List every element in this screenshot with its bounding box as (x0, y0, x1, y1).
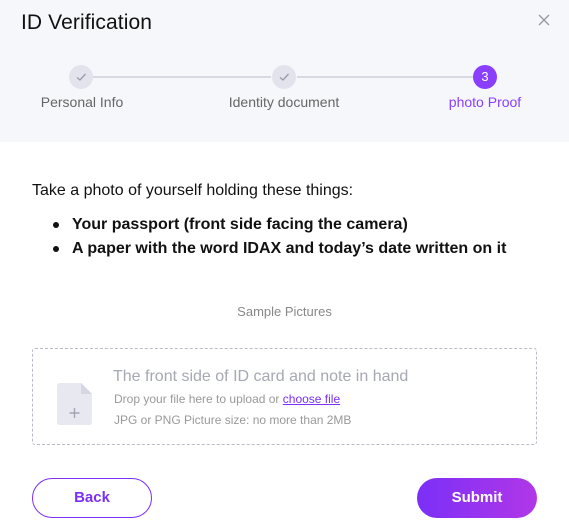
dialog-title: ID Verification (21, 11, 153, 34)
step-1-label: Personal Info (40, 94, 124, 110)
back-button[interactable]: Back (32, 478, 152, 518)
sample-pictures-label: Sample Pictures (237, 304, 332, 319)
check-icon (76, 73, 86, 81)
file-drop-zone[interactable]: The front side of ID card and note in ha… (32, 348, 537, 445)
file-add-icon (57, 383, 92, 425)
requirements-list: Your passport (front side facing the cam… (53, 213, 506, 261)
dialog-header: ID Verification Personal Info Identity d… (0, 0, 569, 142)
step-connector (297, 76, 473, 78)
step-3-label: photo Proof (448, 94, 522, 110)
upload-hint: Drop your file here to upload or choose … (114, 392, 340, 406)
close-icon[interactable] (536, 12, 552, 28)
upload-requirements: JPG or PNG Picture size: no more than 2M… (114, 413, 352, 427)
step-connector (93, 76, 271, 78)
instruction-text: Take a photo of yourself holding these t… (32, 182, 354, 199)
step-2-label: Identity document (228, 94, 340, 110)
step-1-indicator (69, 65, 93, 89)
choose-file-link[interactable]: choose file (283, 392, 340, 406)
upload-hint-text: Drop your file here to upload or (114, 392, 283, 406)
list-item: A paper with the word IDAX and today’s d… (53, 237, 506, 261)
upload-title: The front side of ID card and note in ha… (113, 368, 409, 385)
step-3-indicator: 3 (473, 65, 497, 89)
submit-button[interactable]: Submit (417, 478, 537, 518)
check-icon (279, 73, 289, 81)
progress-stepper: Personal Info Identity document 3 photo … (0, 62, 569, 122)
step-2-indicator (272, 65, 296, 89)
list-item: Your passport (front side facing the cam… (53, 213, 506, 237)
